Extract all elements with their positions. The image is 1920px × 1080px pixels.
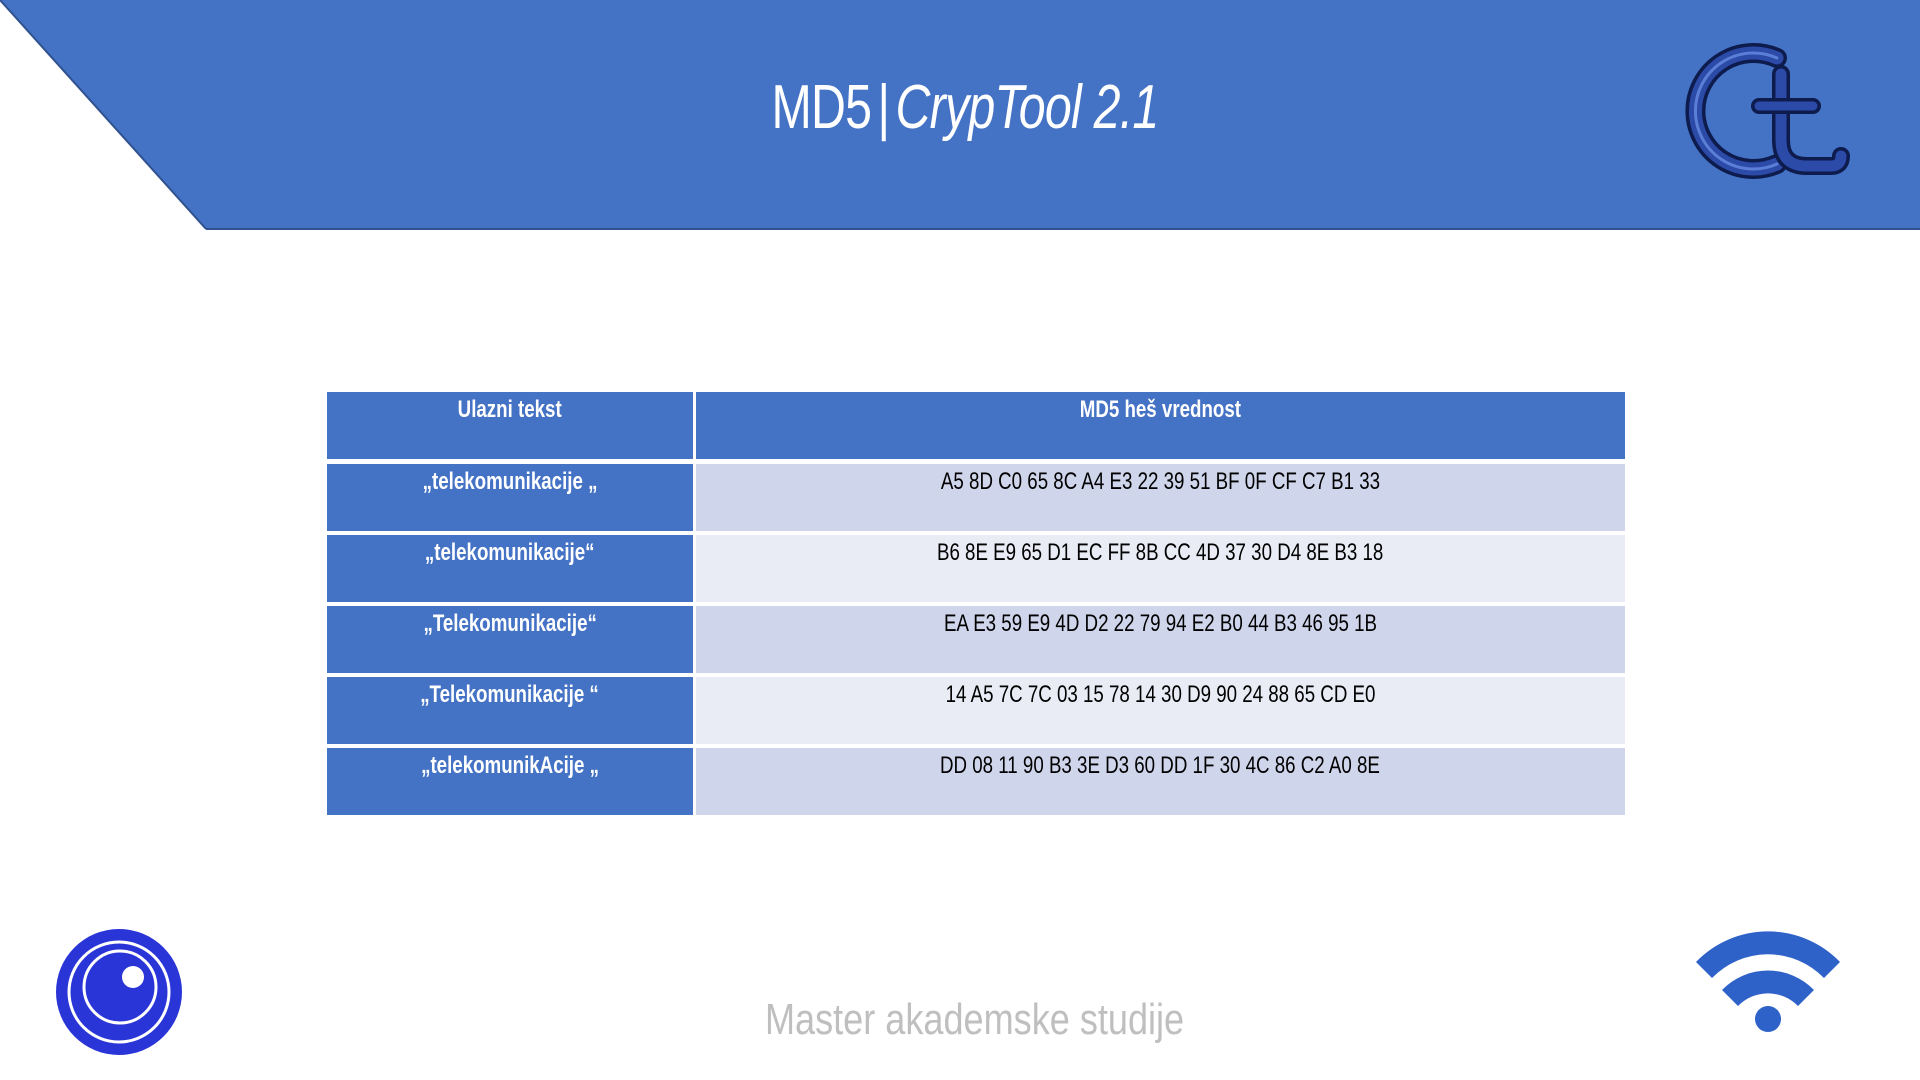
hash-value-cell: A5 8D C0 65 8C A4 E3 22 39 51 BF 0F CF C…	[694, 461, 1625, 535]
table-row: „Telekomunikacije“ EA E3 59 E9 4D D2 22 …	[327, 604, 1625, 677]
table-header-row: Ulazni tekst MD5 heš vrednost	[327, 392, 1625, 464]
title-main: MD5	[771, 73, 872, 142]
title-italic: CrypTool 2.1	[895, 73, 1159, 142]
table-row: „telekomunikAcije „ DD 08 11 90 B3 3E D3…	[327, 746, 1625, 815]
footer-text: Master akademske studije	[765, 995, 1185, 1044]
input-text-cell: „telekomunikacije“	[327, 533, 696, 606]
md5-hash-table: Ulazni tekst MD5 heš vrednost „telekomun…	[327, 392, 1625, 815]
input-text-cell: „telekomunikAcije „	[327, 746, 696, 815]
column-header-hash: MD5 heš vrednost	[694, 392, 1625, 464]
column-header-input: Ulazni tekst	[327, 392, 696, 464]
hash-value-cell: EA E3 59 E9 4D D2 22 79 94 E2 B0 44 B3 4…	[694, 604, 1625, 677]
wifi-icon	[1696, 931, 1840, 1032]
page-title: MD5 | CrypTool 2.1	[212, 72, 1717, 143]
input-text-cell: „Telekomunikacije“	[327, 604, 696, 677]
table-row: „telekomunikacije „ A5 8D C0 65 8C A4 E3…	[327, 461, 1625, 535]
input-text-cell: „Telekomunikacije “	[327, 675, 696, 748]
hash-value-cell: B6 8E E9 65 D1 EC FF 8B CC 4D 37 30 D4 8…	[694, 533, 1625, 606]
title-separator: |	[877, 73, 890, 142]
table-row: „telekomunikacije“ B6 8E E9 65 D1 EC FF …	[327, 533, 1625, 606]
table-row: „Telekomunikacije “ 14 A5 7C 7C 03 15 78…	[327, 675, 1625, 748]
input-text-cell: „telekomunikacije „	[327, 461, 696, 535]
cryptool-ct-logo-icon	[1685, 43, 1850, 179]
hash-value-cell: DD 08 11 90 B3 3E D3 60 DD 1F 30 4C 86 C…	[694, 746, 1625, 815]
hash-value-cell: 14 A5 7C 7C 03 15 78 14 30 D9 90 24 88 6…	[694, 675, 1625, 748]
